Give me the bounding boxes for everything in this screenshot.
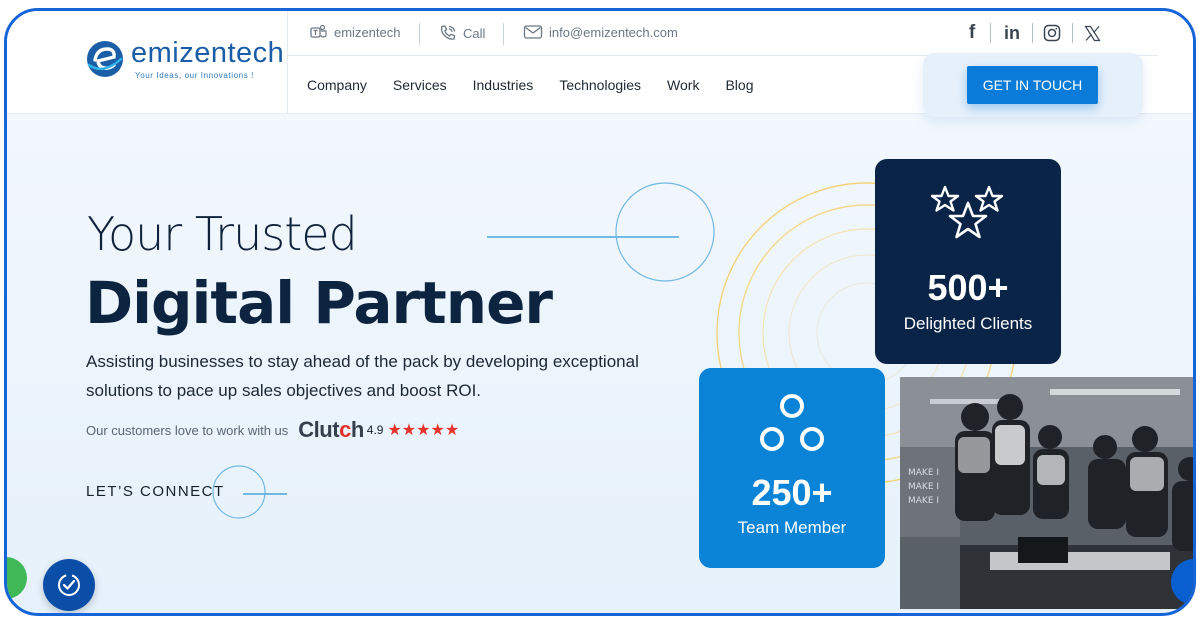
clutch-logo[interactable]: Clutch — [298, 417, 364, 443]
clutch-text: Our customers love to work with us — [86, 422, 289, 438]
accessibility-button[interactable] — [43, 559, 95, 611]
svg-text:MAKE I: MAKE I — [908, 482, 939, 492]
clutch-score: 4.9 — [366, 423, 384, 437]
clients-stat-card: 500+ Delighted Clients — [875, 159, 1061, 364]
hero-description: Assisting businesses to stay ahead of th… — [86, 352, 639, 400]
clients-count: 500+ — [927, 267, 1009, 308]
team-count: 250+ — [751, 472, 833, 513]
stars-icon — [930, 185, 1004, 239]
rating-stars: ★★★★★ — [387, 422, 460, 439]
svg-text:MAKE I: MAKE I — [908, 496, 939, 506]
hero-title-light: Your Trusted — [87, 207, 358, 261]
hero-title-bold: Digital Partner — [85, 269, 553, 337]
badge-check-icon — [58, 574, 80, 596]
team-photo: MAKE I MAKE I MAKE I — [900, 377, 1193, 609]
svg-text:MAKE I: MAKE I — [908, 468, 939, 478]
page-frame: emizentech Your Ideas, our Innovations !… — [4, 8, 1196, 616]
team-label: Team Member — [737, 518, 847, 537]
clients-label: Delighted Clients — [903, 314, 1033, 333]
team-icon — [760, 394, 824, 451]
lets-connect-link[interactable]: LET’S CONNECT — [86, 483, 225, 500]
clutch-rating-row: Our customers love to work with us Clutc… — [86, 417, 459, 443]
team-stat-card: 250+ Team Member — [699, 368, 885, 568]
